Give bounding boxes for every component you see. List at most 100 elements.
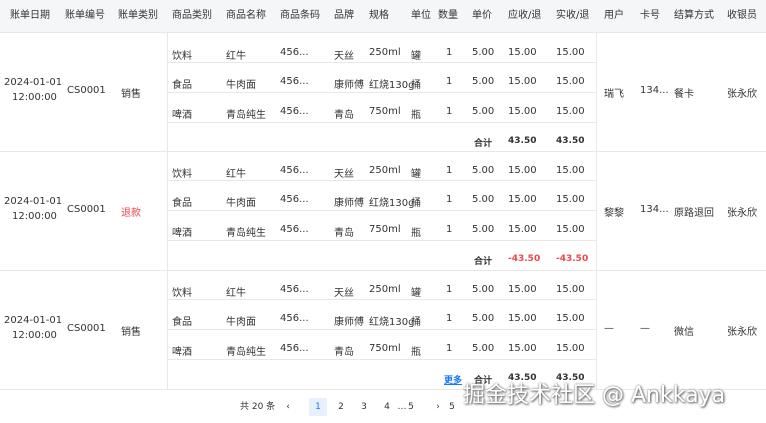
item-product-category: 饮料 bbox=[172, 51, 192, 62]
bill-time: 12:00:00 bbox=[12, 329, 57, 341]
item-amount-paid: 15.00 bbox=[556, 47, 585, 58]
item-amount-paid: 15.00 bbox=[556, 76, 585, 87]
item-unit: 瓶 bbox=[411, 347, 421, 358]
total-label: 合计 bbox=[474, 139, 493, 149]
col-header-amount-paid: 实收/退 bbox=[556, 10, 590, 21]
user-name: 黎黎 bbox=[604, 207, 624, 219]
col-header-spec: 规格 bbox=[369, 10, 389, 21]
item-barcode: 456... bbox=[280, 165, 309, 176]
item-unit-price: 5.00 bbox=[472, 47, 495, 58]
page-button[interactable]: 1 bbox=[309, 398, 327, 416]
total-due: -43.50 bbox=[508, 254, 541, 264]
user-name: 瑞飞 bbox=[604, 89, 624, 100]
item-barcode: 456... bbox=[280, 313, 309, 324]
pagination-total: 共 20 条 bbox=[240, 402, 276, 412]
page-jump-last[interactable]: 5 bbox=[443, 398, 461, 416]
item-product-category: 食品 bbox=[172, 198, 192, 209]
col-header-barcode: 商品条码 bbox=[280, 10, 320, 21]
settle-method: 原路退回 bbox=[674, 207, 714, 219]
item-product-category: 饮料 bbox=[172, 169, 192, 180]
item-unit-price: 5.00 bbox=[472, 313, 495, 324]
item-unit: 桶 bbox=[411, 317, 421, 328]
col-header-unit-price: 单价 bbox=[472, 10, 492, 21]
item-spec: 750ml bbox=[369, 106, 401, 117]
row-divider bbox=[167, 329, 596, 330]
col-header-product-category: 商品类别 bbox=[172, 10, 212, 21]
item-amount-paid: 15.00 bbox=[556, 313, 585, 324]
item-unit: 罐 bbox=[411, 288, 421, 299]
more-link[interactable]: 更多 bbox=[444, 373, 462, 386]
col-header-brand: 品牌 bbox=[334, 10, 354, 21]
item-brand: 天丝 bbox=[334, 169, 354, 180]
item-brand: 康师傅 bbox=[334, 80, 364, 91]
bill-time: 12:00:00 bbox=[12, 210, 57, 222]
col-header-bill-category: 账单类别 bbox=[118, 10, 158, 21]
item-brand: 青岛 bbox=[334, 110, 354, 121]
item-unit-price: 5.00 bbox=[472, 194, 495, 205]
col-header-unit: 单位 bbox=[411, 10, 431, 21]
cell-divider bbox=[596, 270, 597, 389]
item-barcode: 456... bbox=[280, 76, 309, 87]
item-spec: 250ml bbox=[369, 284, 401, 295]
item-brand: 康师傅 bbox=[334, 198, 364, 209]
item-spec: 红烧130g bbox=[369, 317, 415, 328]
page-button[interactable]: 2 bbox=[332, 398, 350, 416]
bill-date: 2024-01-01 bbox=[4, 77, 63, 88]
total-label: 合计 bbox=[474, 257, 493, 267]
item-unit-price: 5.00 bbox=[472, 224, 495, 235]
item-product-category: 啤酒 bbox=[172, 110, 192, 121]
item-amount-due: 15.00 bbox=[508, 194, 537, 205]
col-header-card-no: 卡号 bbox=[640, 10, 660, 21]
item-unit-price: 5.00 bbox=[472, 165, 495, 176]
item-qty: 1 bbox=[446, 76, 453, 87]
card-number: 134... bbox=[640, 85, 669, 96]
item-amount-due: 15.00 bbox=[508, 106, 537, 117]
item-qty: 1 bbox=[446, 106, 453, 117]
bill-category: 销售 bbox=[121, 326, 141, 338]
row-divider bbox=[167, 299, 596, 300]
table-header: 账单日期 账单编号 账单类别 商品类别 商品名称 商品条码 品牌 规格 单位 数量 单价 应收/退 实收… bbox=[0, 0, 766, 33]
col-header-settle-method: 结算方式 bbox=[674, 10, 714, 21]
cashier-name: 张永欣 bbox=[727, 326, 757, 338]
item-product-name: 青岛纯生 bbox=[226, 228, 266, 239]
item-amount-paid: 15.00 bbox=[556, 343, 585, 354]
item-barcode: 456... bbox=[280, 194, 309, 205]
settle-method: 餐卡 bbox=[674, 89, 694, 100]
bill-date: 2024-01-01 bbox=[4, 314, 63, 326]
item-unit: 瓶 bbox=[411, 110, 421, 121]
item-brand: 天丝 bbox=[334, 288, 354, 299]
page-button[interactable]: 3 bbox=[355, 398, 373, 416]
item-amount-due: 15.00 bbox=[508, 284, 537, 295]
item-product-name: 红牛 bbox=[226, 288, 246, 299]
item-barcode: 456... bbox=[280, 224, 309, 235]
item-amount-paid: 15.00 bbox=[556, 165, 585, 176]
item-unit: 桶 bbox=[411, 198, 421, 209]
item-product-name: 牛肉面 bbox=[226, 198, 256, 209]
cashier-name: 张永欣 bbox=[727, 207, 757, 219]
prev-page-icon[interactable]: ‹ bbox=[279, 398, 297, 416]
bill-number: CS0001 bbox=[67, 203, 106, 215]
bill-group: 2024-01-01 12:00:00 CS0001 销售 饮料 红牛 456... 天丝 25… bbox=[0, 270, 766, 390]
item-qty: 1 bbox=[446, 47, 453, 58]
item-unit: 罐 bbox=[411, 51, 421, 62]
item-qty: 1 bbox=[446, 284, 453, 295]
item-brand: 天丝 bbox=[334, 51, 354, 62]
bill-number: CS0001 bbox=[67, 322, 106, 334]
item-product-name: 青岛纯生 bbox=[226, 347, 266, 358]
bill-time: 12:00:00 bbox=[12, 92, 57, 103]
item-amount-due: 15.00 bbox=[508, 76, 537, 87]
row-divider bbox=[167, 122, 596, 123]
bill-group: 2024-01-01 12:00:00 CS0001 销售 饮料 红牛 456... 天丝 25… bbox=[0, 33, 766, 152]
total-paid: 43.50 bbox=[556, 136, 585, 146]
item-amount-due: 15.00 bbox=[508, 224, 537, 235]
item-spec: 750ml bbox=[369, 343, 401, 354]
item-product-name: 红牛 bbox=[226, 169, 246, 180]
item-qty: 1 bbox=[446, 313, 453, 324]
item-amount-due: 15.00 bbox=[508, 165, 537, 176]
page-button[interactable]: 5 bbox=[402, 398, 420, 416]
item-unit-price: 5.00 bbox=[472, 106, 495, 117]
total-paid: -43.50 bbox=[556, 254, 589, 264]
item-amount-paid: 15.00 bbox=[556, 284, 585, 295]
row-divider bbox=[167, 240, 596, 241]
cell-divider bbox=[596, 151, 597, 270]
